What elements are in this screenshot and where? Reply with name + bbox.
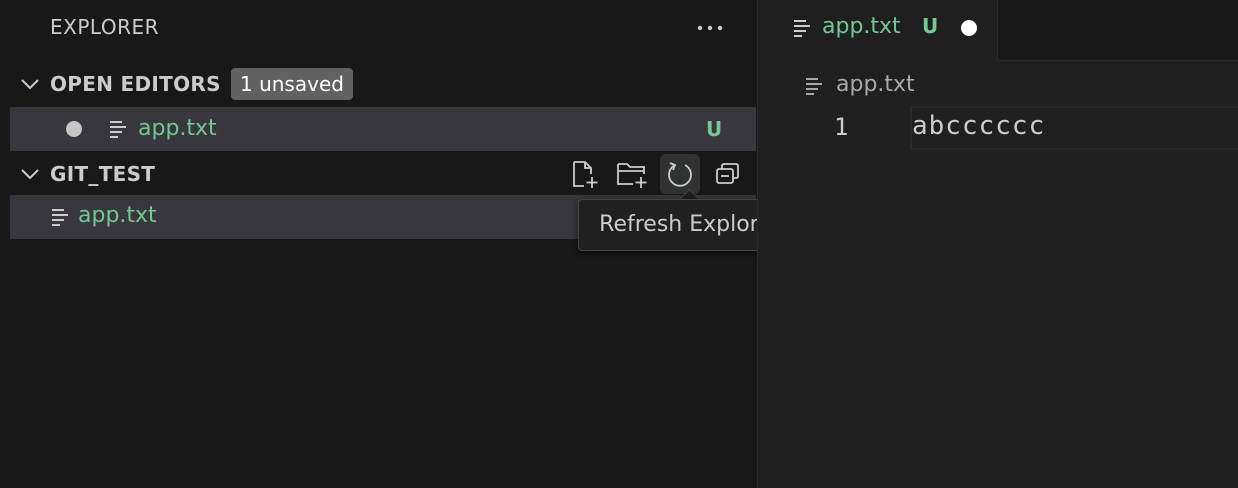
unsaved-dot-icon[interactable]: [66, 121, 82, 137]
more-actions-button[interactable]: [692, 12, 728, 44]
editor-tab[interactable]: app.txt U: [758, 0, 998, 61]
chevron-down-icon: [21, 169, 39, 180]
new-file-button[interactable]: [564, 154, 604, 194]
text-file-icon: [110, 121, 126, 138]
new-folder-button[interactable]: [612, 154, 652, 194]
folder-label: GIT_TEST: [50, 162, 156, 186]
tab-label: app.txt: [822, 14, 901, 39]
chevron-down-icon: [21, 79, 39, 90]
new-file-icon: [573, 161, 598, 188]
collapse-all-icon: [716, 163, 739, 184]
refresh-explorer-button[interactable]: [660, 154, 700, 194]
open-editor-filename: app.txt: [138, 116, 217, 141]
open-editors-section-header[interactable]: OPEN EDITORS: [10, 62, 756, 106]
explorer-sidebar: EXPLORER OPEN EDITORS 1 unsaved app.txt …: [10, 0, 802, 488]
collapse-all-button[interactable]: [708, 154, 748, 194]
breadcrumb-filename: app.txt: [836, 72, 915, 97]
tab-bar: app.txt U: [758, 0, 1238, 61]
explorer-header: EXPLORER: [10, 0, 756, 56]
new-folder-icon: [617, 163, 647, 188]
file-tree-filename: app.txt: [78, 203, 157, 228]
line-number: 1: [834, 113, 849, 141]
open-editor-item[interactable]: app.txt U: [10, 107, 756, 151]
explorer-title: EXPLORER: [50, 15, 159, 39]
tab-untracked-status: U: [922, 14, 939, 38]
text-file-icon: [52, 209, 68, 226]
refresh-icon: [668, 162, 692, 187]
editor-area: app.txt U app.txt 1 abcccccc: [757, 0, 1238, 488]
text-file-icon: [794, 20, 810, 37]
unsaved-dot-icon[interactable]: [961, 20, 977, 36]
code-line[interactable]: abcccccc: [912, 111, 1045, 141]
untracked-status: U: [706, 117, 723, 141]
open-editors-label: OPEN EDITORS: [50, 72, 221, 96]
text-file-icon: [806, 78, 822, 95]
unsaved-count-badge: 1 unsaved: [231, 68, 353, 100]
ellipsis-icon: [697, 25, 723, 31]
